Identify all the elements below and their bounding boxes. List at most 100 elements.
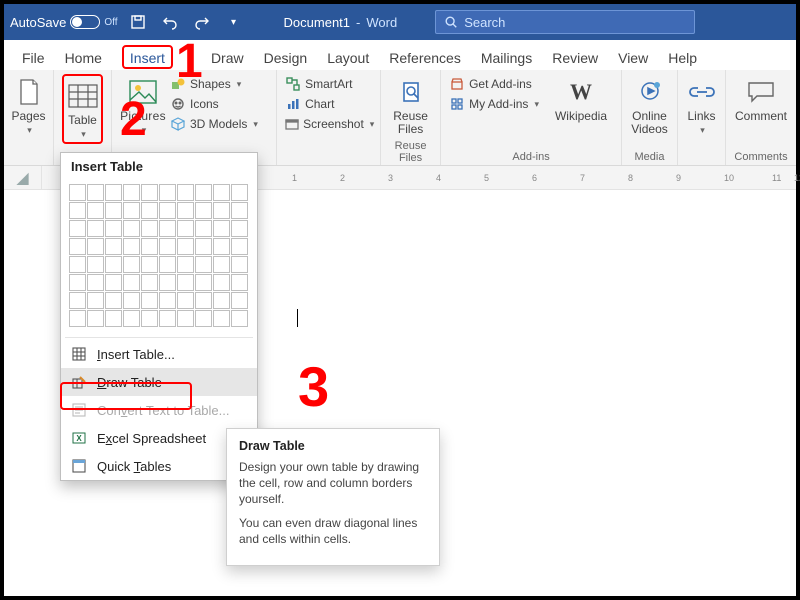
grid-cell[interactable] bbox=[177, 202, 194, 219]
grid-cell[interactable] bbox=[69, 292, 86, 309]
grid-cell[interactable] bbox=[141, 184, 158, 201]
grid-cell[interactable] bbox=[213, 202, 230, 219]
grid-cell[interactable] bbox=[159, 184, 176, 201]
grid-cell[interactable] bbox=[195, 202, 212, 219]
grid-cell[interactable] bbox=[159, 292, 176, 309]
grid-cell[interactable] bbox=[213, 274, 230, 291]
insert-table-item[interactable]: Insert Table... bbox=[61, 340, 257, 368]
grid-cell[interactable] bbox=[87, 292, 104, 309]
online-videos-button[interactable]: Online Videos bbox=[630, 74, 669, 138]
grid-cell[interactable] bbox=[141, 238, 158, 255]
grid-cell[interactable] bbox=[105, 292, 122, 309]
grid-cell[interactable] bbox=[195, 292, 212, 309]
grid-cell[interactable] bbox=[231, 202, 248, 219]
grid-cell[interactable] bbox=[195, 256, 212, 273]
grid-cell[interactable] bbox=[105, 220, 122, 237]
tab-help[interactable]: Help bbox=[658, 44, 707, 70]
grid-cell[interactable] bbox=[123, 184, 140, 201]
grid-cell[interactable] bbox=[87, 220, 104, 237]
grid-cell[interactable] bbox=[231, 238, 248, 255]
grid-cell[interactable] bbox=[69, 238, 86, 255]
grid-cell[interactable] bbox=[213, 220, 230, 237]
wikipedia-button[interactable]: W Wikipedia bbox=[549, 74, 613, 125]
comment-button[interactable]: Comment bbox=[734, 74, 788, 125]
table-button[interactable]: Table ▾ bbox=[66, 78, 99, 142]
grid-cell[interactable] bbox=[141, 274, 158, 291]
tab-insert[interactable]: Insert bbox=[112, 44, 183, 70]
tab-home[interactable]: Home bbox=[55, 44, 112, 70]
grid-cell[interactable] bbox=[141, 310, 158, 327]
grid-cell[interactable] bbox=[123, 310, 140, 327]
reuse-files-button[interactable]: Reuse Files bbox=[389, 74, 432, 138]
icons-button[interactable]: Icons bbox=[170, 96, 258, 112]
grid-cell[interactable] bbox=[159, 256, 176, 273]
grid-cell[interactable] bbox=[231, 292, 248, 309]
my-addins-button[interactable]: My Add-ins▾ bbox=[449, 96, 539, 112]
links-button[interactable]: Links ▾ bbox=[686, 74, 717, 138]
tab-mailings[interactable]: Mailings bbox=[471, 44, 542, 70]
grid-cell[interactable] bbox=[87, 184, 104, 201]
grid-cell[interactable] bbox=[159, 238, 176, 255]
grid-cell[interactable] bbox=[213, 310, 230, 327]
grid-cell[interactable] bbox=[105, 256, 122, 273]
grid-cell[interactable] bbox=[69, 220, 86, 237]
tab-review[interactable]: Review bbox=[542, 44, 608, 70]
grid-cell[interactable] bbox=[105, 238, 122, 255]
get-addins-button[interactable]: Get Add-ins bbox=[449, 76, 539, 92]
grid-cell[interactable] bbox=[231, 274, 248, 291]
grid-cell[interactable] bbox=[141, 256, 158, 273]
screenshot-button[interactable]: Screenshot▾ bbox=[285, 116, 372, 132]
qat-dropdown-icon[interactable]: ▾ bbox=[222, 10, 246, 34]
grid-cell[interactable] bbox=[231, 220, 248, 237]
grid-cell[interactable] bbox=[87, 256, 104, 273]
table-size-grid[interactable] bbox=[61, 180, 257, 335]
chart-button[interactable]: Chart bbox=[285, 96, 372, 112]
grid-cell[interactable] bbox=[195, 220, 212, 237]
grid-cell[interactable] bbox=[105, 184, 122, 201]
pages-button[interactable]: Pages ▾ bbox=[12, 74, 45, 138]
grid-cell[interactable] bbox=[177, 256, 194, 273]
grid-cell[interactable] bbox=[177, 220, 194, 237]
grid-cell[interactable] bbox=[123, 256, 140, 273]
grid-cell[interactable] bbox=[141, 202, 158, 219]
grid-cell[interactable] bbox=[69, 310, 86, 327]
grid-cell[interactable] bbox=[105, 202, 122, 219]
tab-layout[interactable]: Layout bbox=[317, 44, 379, 70]
undo-icon[interactable] bbox=[158, 10, 182, 34]
grid-cell[interactable] bbox=[213, 184, 230, 201]
grid-cell[interactable] bbox=[177, 238, 194, 255]
grid-cell[interactable] bbox=[69, 202, 86, 219]
redo-icon[interactable] bbox=[190, 10, 214, 34]
grid-cell[interactable] bbox=[87, 238, 104, 255]
grid-cell[interactable] bbox=[87, 274, 104, 291]
grid-cell[interactable] bbox=[123, 202, 140, 219]
grid-cell[interactable] bbox=[159, 202, 176, 219]
grid-cell[interactable] bbox=[213, 256, 230, 273]
grid-cell[interactable] bbox=[159, 274, 176, 291]
smartart-button[interactable]: SmartArt bbox=[285, 76, 372, 92]
grid-cell[interactable] bbox=[177, 184, 194, 201]
tab-draw[interactable]: Draw bbox=[201, 44, 254, 70]
grid-cell[interactable] bbox=[159, 310, 176, 327]
grid-cell[interactable] bbox=[177, 274, 194, 291]
tab-references[interactable]: References bbox=[379, 44, 471, 70]
grid-cell[interactable] bbox=[231, 256, 248, 273]
tab-design[interactable]: Design bbox=[254, 44, 318, 70]
draw-table-item[interactable]: Draw Table bbox=[61, 368, 257, 396]
grid-cell[interactable] bbox=[87, 202, 104, 219]
grid-cell[interactable] bbox=[123, 238, 140, 255]
grid-cell[interactable] bbox=[177, 292, 194, 309]
grid-cell[interactable] bbox=[69, 256, 86, 273]
grid-cell[interactable] bbox=[87, 310, 104, 327]
grid-cell[interactable] bbox=[231, 184, 248, 201]
grid-cell[interactable] bbox=[123, 292, 140, 309]
grid-cell[interactable] bbox=[123, 220, 140, 237]
grid-cell[interactable] bbox=[123, 274, 140, 291]
grid-cell[interactable] bbox=[141, 292, 158, 309]
grid-cell[interactable] bbox=[105, 310, 122, 327]
grid-cell[interactable] bbox=[195, 184, 212, 201]
save-icon[interactable] bbox=[126, 10, 150, 34]
grid-cell[interactable] bbox=[195, 310, 212, 327]
grid-cell[interactable] bbox=[213, 238, 230, 255]
grid-cell[interactable] bbox=[195, 238, 212, 255]
